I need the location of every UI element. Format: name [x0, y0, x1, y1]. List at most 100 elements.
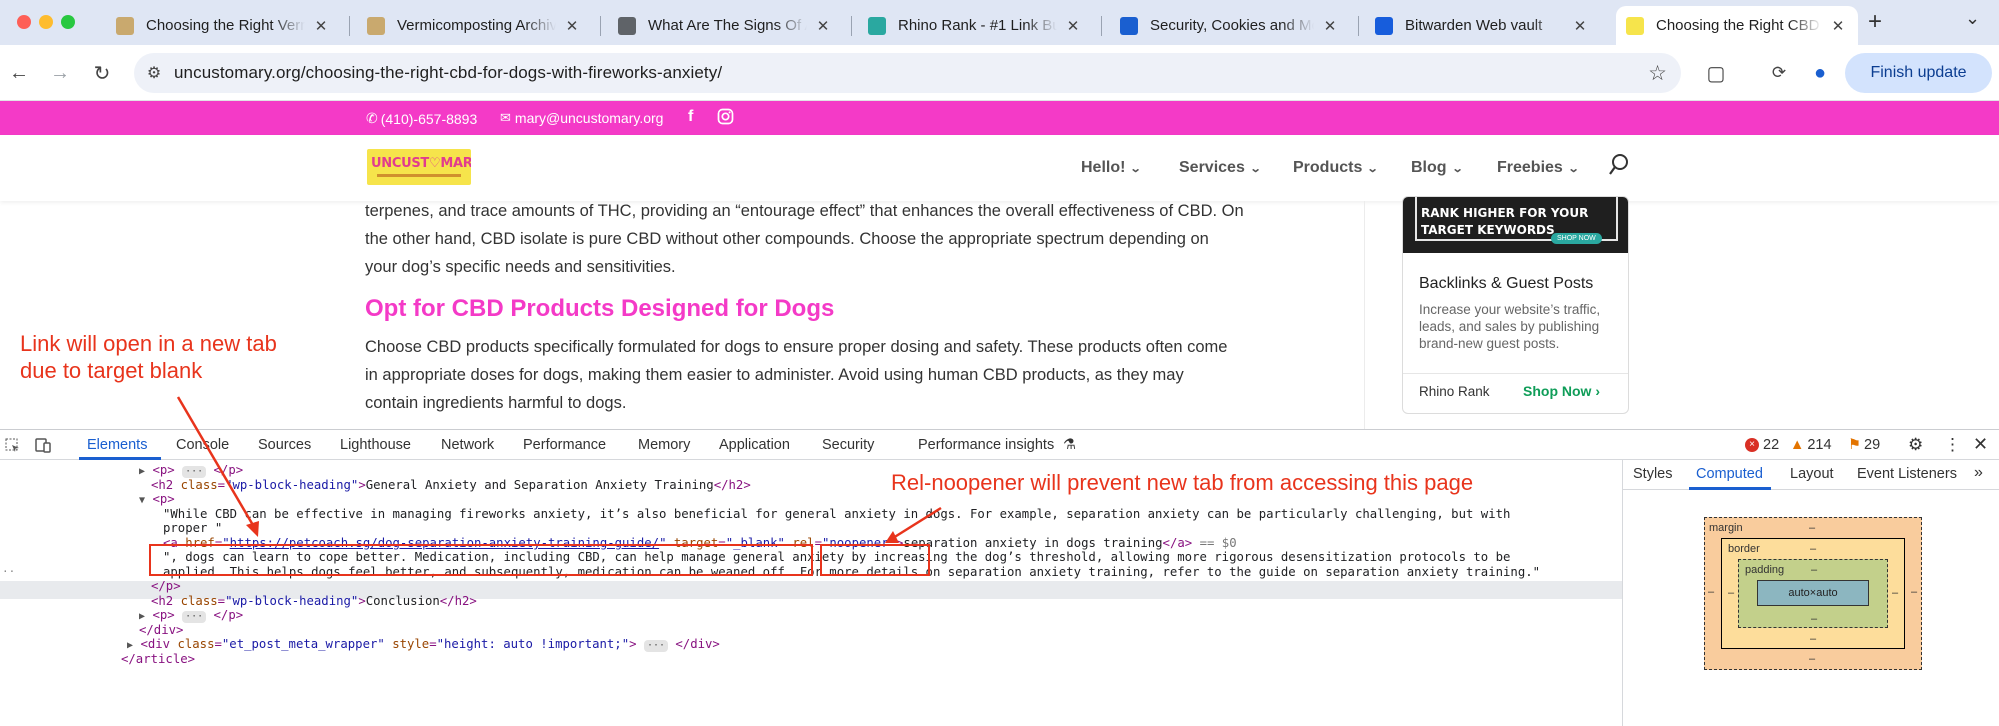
browser-tab-strip: Choosing the Right Vermi ✕ Vermicomposting…	[0, 0, 1999, 45]
devtools-tabbar: Elements Console Sources Lighthouse Network P…	[0, 430, 1999, 460]
section-heading: Opt for CBD Products Designed for Dogs	[365, 295, 835, 322]
devtools-close-icon[interactable]: ✕	[1973, 434, 1988, 455]
tab-event-listeners[interactable]: Event Listeners	[1857, 466, 1957, 482]
warning-count-badge[interactable]: ▲ 214	[1790, 437, 1832, 453]
browser-tab[interactable]: What Are The Signs Of A ✕	[608, 6, 843, 45]
site-settings-icon[interactable]: ⚙	[134, 63, 174, 83]
tab-separator	[851, 16, 852, 36]
site-logo[interactable]: UNCUST♡MARY	[367, 149, 471, 185]
dom-node[interactable]: </article>	[121, 650, 195, 668]
paragraph-line: the other hand, CBD isolate is pure CBD …	[365, 230, 1209, 248]
ad-description: Increase your website’s traffic, leads, …	[1419, 302, 1601, 351]
close-tab-icon[interactable]: ✕	[1063, 17, 1083, 35]
close-tab-icon[interactable]: ✕	[311, 17, 331, 35]
browser-tab[interactable]: Vermicomposting Archive ✕	[357, 6, 592, 45]
facebook-icon[interactable]: f	[688, 108, 693, 126]
devtools-tab-performance[interactable]: Performance	[523, 437, 606, 453]
devtools-tab-security[interactable]: Security	[822, 437, 874, 453]
ad-banner-shop-button: SHOP NOW	[1551, 233, 1602, 244]
finish-update-button[interactable]: Finish update	[1845, 53, 1992, 93]
nav-blog[interactable]: Blog ⌄	[1411, 159, 1463, 177]
error-icon: ×	[1745, 438, 1759, 452]
close-tab-icon[interactable]: ✕	[1828, 17, 1848, 35]
tab-favicon-icon	[1626, 16, 1644, 35]
highlight-box-target	[149, 544, 813, 576]
ad-title: Backlinks & Guest Posts	[1419, 275, 1594, 292]
more-tabs-chevron-icon[interactable]: »	[1974, 464, 1983, 482]
box-border-label: border	[1728, 543, 1760, 555]
email-link[interactable]: ✉ mary@uncustomary.org	[500, 110, 663, 126]
reload-button[interactable]: ↻	[88, 59, 116, 87]
text-node[interactable]: "While CBD can be effective in managing …	[163, 505, 1510, 523]
error-count-badge[interactable]: × 22	[1745, 437, 1779, 453]
devtools-more-icon[interactable]: ⋮	[1944, 435, 1961, 455]
device-toolbar-icon[interactable]	[35, 438, 51, 453]
box-border-right-value: –	[1892, 587, 1899, 599]
close-tab-icon[interactable]: ✕	[1320, 17, 1340, 35]
new-tab-button[interactable]: +	[1868, 8, 1882, 36]
window-close-button[interactable]	[17, 15, 31, 29]
browser-tab[interactable]: Bitwarden Web vault ✕	[1365, 6, 1600, 45]
devtools-tab-network[interactable]: Network	[441, 437, 494, 453]
nav-services[interactable]: Services ⌄	[1179, 159, 1261, 177]
dom-node[interactable]: ▶ <div class="et_post_meta_wrapper" styl…	[127, 635, 720, 653]
address-bar[interactable]: ⚙ uncustomary.org/choosing-the-right-cbd…	[134, 53, 1681, 93]
browser-tab[interactable]: Security, Cookies and Mo ✕	[1110, 6, 1350, 45]
forward-button[interactable]: →	[46, 59, 74, 87]
paragraph-line: contain ingredients harmful to dogs.	[365, 394, 627, 412]
ad-banner-line: RANK HIGHER FOR YOUR	[1421, 206, 1589, 220]
tab-search-chevron-icon[interactable]: ⌄	[1965, 8, 1980, 29]
rhino-rank-ad[interactable]: RANK HIGHER FOR YOUR TARGET KEYWORDS SHOP…	[1402, 196, 1629, 414]
side-pane-tabbar: Styles Computed Layout Event Listeners »	[1623, 460, 1999, 490]
devtools-tab-application[interactable]: Application	[719, 437, 790, 453]
flask-icon: ⚗	[1063, 437, 1076, 453]
close-tab-icon[interactable]: ✕	[562, 17, 582, 35]
nav-products[interactable]: Products ⌄	[1293, 159, 1379, 177]
devtools-tab-lighthouse[interactable]: Lighthouse	[340, 437, 411, 453]
extensions-icon[interactable]: ▢	[1702, 59, 1730, 87]
ad-shop-now-link[interactable]: Shop Now ›	[1523, 383, 1600, 399]
browser-tab[interactable]: Choosing the Right CBD f ✕	[1616, 6, 1858, 45]
box-border-bottom-value: –	[1810, 633, 1817, 645]
box-padding-bottom-value: –	[1811, 613, 1818, 625]
browser-tab[interactable]: Rhino Rank - #1 Link Build ✕	[858, 6, 1093, 45]
chevron-right-icon: ›	[1595, 383, 1600, 399]
site-contact-bar: ✆ (410)-657-8893 ✉ mary@uncustomary.org f	[0, 101, 1999, 135]
devtools-tab-elements[interactable]: Elements	[87, 437, 147, 453]
ad-banner: RANK HIGHER FOR YOUR TARGET KEYWORDS SHOP…	[1403, 197, 1628, 253]
sync-icon[interactable]: ⟳	[1765, 59, 1793, 87]
tab-favicon-icon	[367, 16, 385, 35]
back-button[interactable]: ←	[5, 59, 33, 87]
ad-banner-line: TARGET KEYWORDS	[1421, 223, 1555, 237]
close-tab-icon[interactable]: ✕	[813, 17, 833, 35]
dom-node[interactable]: <h2 class="wp-block-heading">General Anx…	[151, 476, 751, 494]
tab-favicon-icon	[116, 16, 134, 35]
tab-styles[interactable]: Styles	[1633, 466, 1673, 482]
tab-favicon-icon	[1120, 16, 1138, 35]
profile-avatar-icon[interactable]: ●	[1806, 59, 1834, 87]
nav-freebies[interactable]: Freebies ⌄	[1497, 159, 1579, 177]
tab-layout[interactable]: Layout	[1790, 466, 1834, 482]
ad-brand: Rhino Rank	[1419, 384, 1490, 399]
browser-tab[interactable]: Choosing the Right Vermi ✕	[106, 6, 341, 45]
bookmark-star-icon[interactable]: ☆	[1648, 61, 1667, 86]
search-icon[interactable]	[1608, 153, 1630, 177]
site-header: UNCUST♡MARY Hello! ⌄ Services ⌄ Products ⌄ …	[0, 135, 1999, 201]
close-tab-icon[interactable]: ✕	[1570, 17, 1590, 35]
tab-title: Bitwarden Web vault	[1405, 17, 1543, 34]
nav-hello[interactable]: Hello! ⌄	[1081, 159, 1142, 177]
highlight-box-rel	[820, 544, 930, 576]
window-minimize-button[interactable]	[39, 15, 53, 29]
devtools-tab-console[interactable]: Console	[176, 437, 229, 453]
inspect-element-icon[interactable]	[5, 438, 20, 453]
issues-count-badge[interactable]: ⚑ 29	[1848, 437, 1880, 453]
phone-link[interactable]: ✆ (410)-657-8893	[366, 110, 477, 127]
window-maximize-button[interactable]	[61, 15, 75, 29]
instagram-icon[interactable]	[717, 108, 734, 125]
tab-computed[interactable]: Computed	[1696, 466, 1763, 482]
box-padding-top-value: –	[1811, 564, 1818, 576]
devtools-tab-memory[interactable]: Memory	[638, 437, 690, 453]
devtools-tab-sources[interactable]: Sources	[258, 437, 311, 453]
devtools-tab-performance-insights[interactable]: Performance insights	[918, 437, 1054, 453]
devtools-settings-gear-icon[interactable]: ⚙	[1908, 435, 1923, 455]
